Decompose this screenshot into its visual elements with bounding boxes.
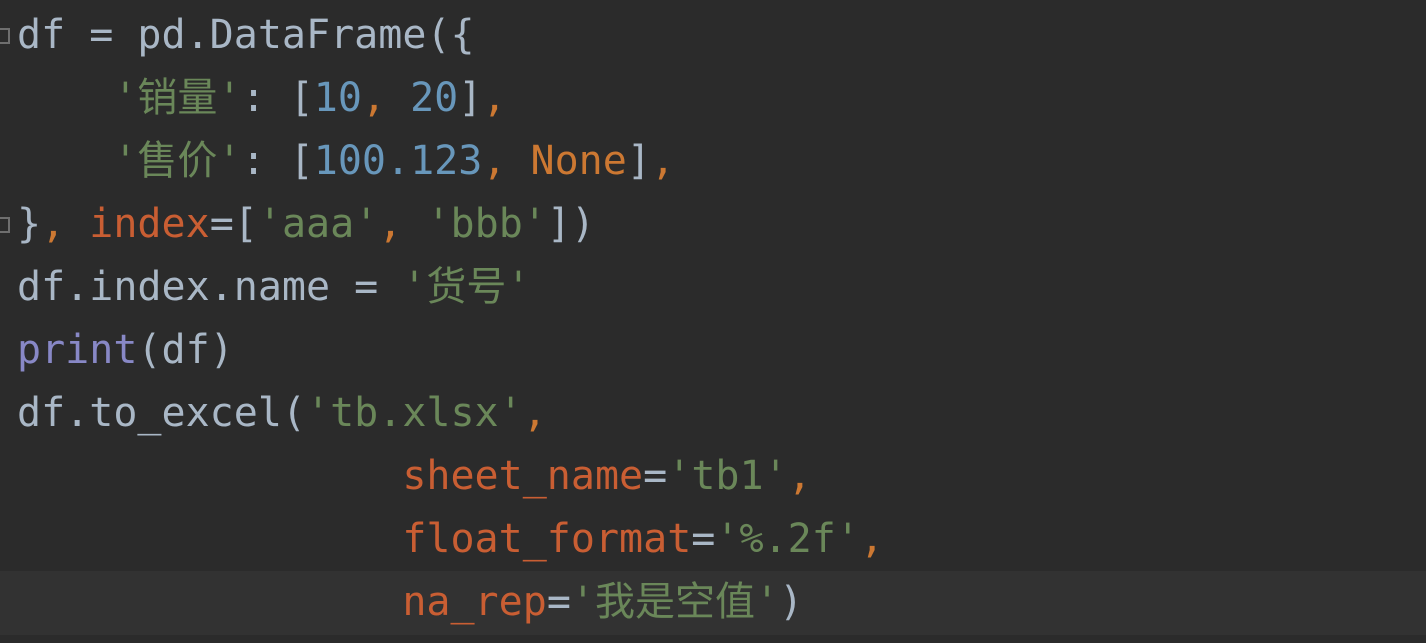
code-token-default: =[ <box>209 201 258 247</box>
code-token-default: = <box>546 579 571 625</box>
code-token-param: na_rep <box>402 579 547 625</box>
code-token-string: '售价' <box>113 138 242 184</box>
code-line[interactable]: '售价': [100.123, None], <box>17 130 675 193</box>
code-token-punct: , <box>650 138 676 184</box>
code-token-default: df.index.name = <box>17 264 403 310</box>
code-token-param: index <box>89 201 210 247</box>
code-token-string: 'tb.xlsx' <box>305 390 523 436</box>
code-token-default: df.to_excel( <box>17 390 306 436</box>
code-token-default: ] <box>626 138 651 184</box>
code-token-default <box>17 75 113 121</box>
code-token-punct: , <box>787 453 812 499</box>
code-token-default <box>17 138 113 184</box>
code-token-default: : [ <box>241 138 314 184</box>
code-token-default <box>17 453 402 499</box>
code-token-punct: , <box>482 138 531 184</box>
code-token-default: = <box>643 453 668 499</box>
code-token-default <box>17 516 402 562</box>
code-token-builtin: print <box>17 327 138 373</box>
fold-end-icon[interactable] <box>0 217 10 233</box>
code-token-string: '货号' <box>402 264 531 310</box>
code-token-string: '销量' <box>113 75 242 121</box>
code-token-default: ) <box>779 579 804 625</box>
code-token-default <box>17 579 402 625</box>
code-token-number: 20 <box>410 75 459 121</box>
code-token-param: sheet_name <box>402 453 644 499</box>
code-token-default: ] <box>458 75 483 121</box>
code-token-punct: , <box>522 390 547 436</box>
code-line[interactable]: print(df) <box>17 319 234 382</box>
code-line[interactable]: float_format='%.2f', <box>17 508 884 571</box>
code-token-string: '我是空值' <box>570 579 780 625</box>
code-token-default: : [ <box>241 75 314 121</box>
code-token-number: 10 <box>313 75 362 121</box>
code-token-string: 'aaa' <box>257 201 379 247</box>
code-token-punct: , <box>859 516 884 562</box>
code-token-default: ]) <box>546 201 596 247</box>
fold-start-icon[interactable] <box>0 28 10 44</box>
code-token-keyword: None <box>530 138 627 184</box>
code-token-punct: , <box>482 75 507 121</box>
code-token-default: = <box>691 516 716 562</box>
code-line[interactable]: }, index=['aaa', 'bbb']) <box>17 193 595 256</box>
code-token-punct: , <box>378 201 427 247</box>
code-line[interactable]: df = pd.DataFrame({ <box>17 4 475 67</box>
code-token-default: } <box>17 201 42 247</box>
code-line[interactable]: df.index.name = '货号' <box>17 256 530 319</box>
code-line-current[interactable]: na_rep='我是空值') <box>17 571 803 634</box>
code-editor[interactable]: df = pd.DataFrame({ '销量': [10, 20], '售价'… <box>0 0 1426 643</box>
code-token-param: float_format <box>402 516 692 562</box>
code-token-punct: , <box>361 75 411 121</box>
code-token-string: 'bbb' <box>426 201 547 247</box>
code-token-punct: , <box>41 201 90 247</box>
code-token-string: 'tb1' <box>667 453 788 499</box>
code-token-default: (df) <box>137 327 234 373</box>
code-line[interactable]: df.to_excel('tb.xlsx', <box>17 382 547 445</box>
code-token-string: '%.2f' <box>715 516 860 562</box>
code-token-default: df = pd.DataFrame({ <box>17 12 475 58</box>
code-line[interactable]: sheet_name='tb1', <box>17 445 812 508</box>
code-line[interactable]: '销量': [10, 20], <box>17 67 506 130</box>
code-token-number: 100.123 <box>313 138 483 184</box>
